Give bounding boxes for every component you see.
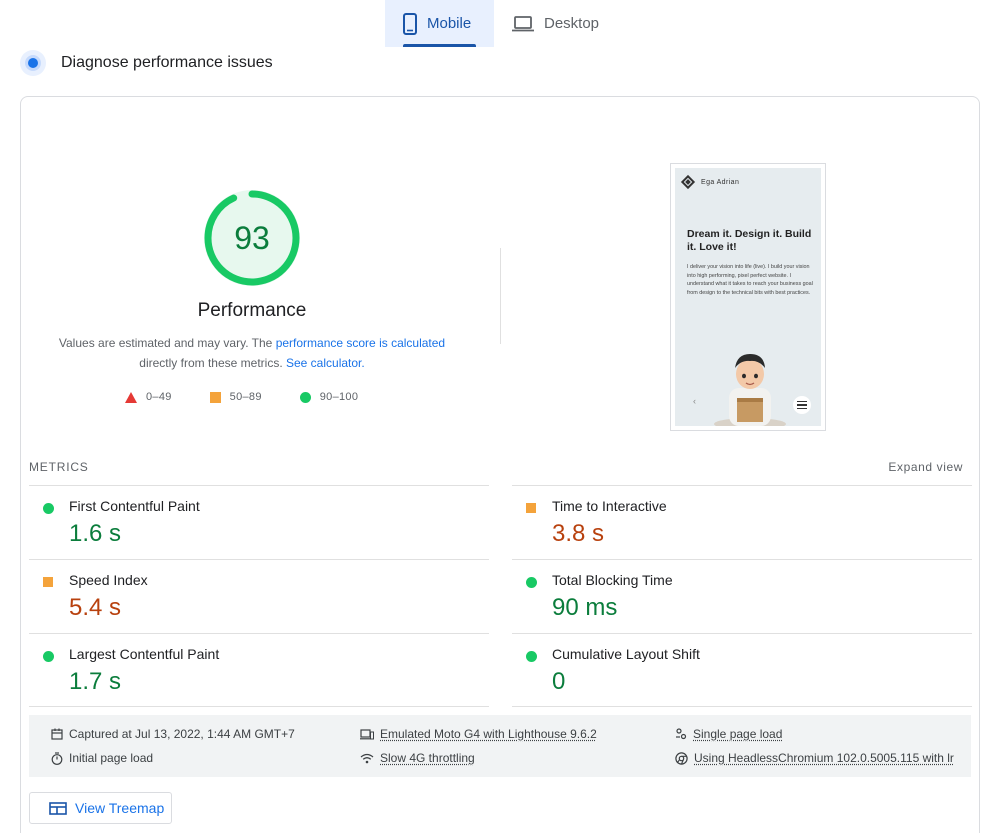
desc-mid: directly from these metrics. [139,356,282,370]
see-calculator-link[interactable]: See calculator. [286,356,365,370]
pass-circle-icon [526,651,537,662]
metric-value: 5.4 s [69,594,121,622]
circle-icon [300,392,311,403]
score-label: Performance [152,300,352,322]
chrome-icon [675,752,688,765]
diagnose-title: Diagnose performance issues [61,54,273,72]
wifi-icon [360,753,374,764]
tab-mobile[interactable]: Mobile [385,0,494,47]
expand-view-toggle[interactable]: Expand view [888,460,963,474]
network-throttling[interactable]: Slow 4G throttling [360,751,475,765]
site-heading: Dream it. Design it. Build it. Love it! [687,228,813,254]
score-legend: 0–49 50–89 90–100 [125,391,396,403]
lab-data-icon [20,50,46,76]
metric-speed-index: Speed Index 5.4 s [29,559,489,633]
metrics-grid: First Contentful Paint 1.6 s Time to Int… [29,485,971,707]
metric-cls: Cumulative Layout Shift 0 [512,633,972,707]
metric-tti: Time to Interactive 3.8 s [512,485,972,559]
metric-fcp: First Contentful Paint 1.6 s [29,485,489,559]
metric-value: 0 [552,668,565,696]
triangle-icon [125,392,137,403]
carousel-prev-icon: ‹ [693,396,696,406]
screenshot-content: Ega Adrian Dream it. Design it. Build it… [675,168,821,426]
tab-desktop-label: Desktop [544,15,599,32]
metric-lcp: Largest Contentful Paint 1.7 s [29,633,489,707]
desc-prefix: Values are estimated and may vary. The [59,336,272,350]
vertical-divider [500,248,501,344]
captured-at: Captured at Jul 13, 2022, 1:44 AM GMT+7 [51,727,295,741]
single-page-load[interactable]: Single page load [675,727,782,741]
average-square-icon [43,577,53,587]
character-illustration-icon [711,346,789,426]
score-description: Values are estimated and may vary. The p… [52,333,452,373]
diagnose-header: Diagnose performance issues [20,50,273,76]
logo-mark-icon [681,175,695,189]
treemap-icon [49,802,67,815]
browser-version[interactable]: Using HeadlessChromium 102.0.5005.115 wi… [675,751,954,765]
tab-mobile-label: Mobile [427,15,471,32]
metric-value: 3.8 s [552,520,604,548]
initial-load: Initial page load [51,751,153,765]
final-screenshot[interactable]: Ega Adrian Dream it. Design it. Build it… [670,163,826,431]
site-logo: Ega Adrian [683,177,739,187]
legend-fail: 0–49 [125,391,172,403]
site-body: I deliver your vision into life (live). … [687,263,815,297]
laptop-icon [512,16,534,32]
session-icon [675,728,687,740]
tab-desktop[interactable]: Desktop [494,0,615,47]
devices-icon [360,729,374,740]
pass-circle-icon [43,651,54,662]
metric-value: 90 ms [552,594,617,622]
calendar-icon [51,728,63,740]
hamburger-menu-icon [793,396,811,414]
metric-value: 1.7 s [69,668,121,696]
emulated-device[interactable]: Emulated Moto G4 with Lighthouse 9.6.2 [360,727,597,741]
view-treemap-button[interactable]: View Treemap [29,792,172,824]
score-calculated-link[interactable]: performance score is calculated [276,336,445,350]
metric-tbt: Total Blocking Time 90 ms [512,559,972,633]
phone-icon [403,13,417,35]
timer-icon [51,752,63,765]
pass-circle-icon [526,577,537,588]
legend-average: 50–89 [210,391,262,403]
device-tabs: Mobile Desktop [385,0,615,47]
metrics-heading: METRICS [29,460,89,474]
runtime-settings: Captured at Jul 13, 2022, 1:44 AM GMT+7 … [29,715,971,777]
average-square-icon [526,503,536,513]
score-value: 93 [203,189,301,287]
legend-pass: 90–100 [300,391,359,403]
square-icon [210,392,221,403]
pass-circle-icon [43,503,54,514]
metric-value: 1.6 s [69,520,121,548]
